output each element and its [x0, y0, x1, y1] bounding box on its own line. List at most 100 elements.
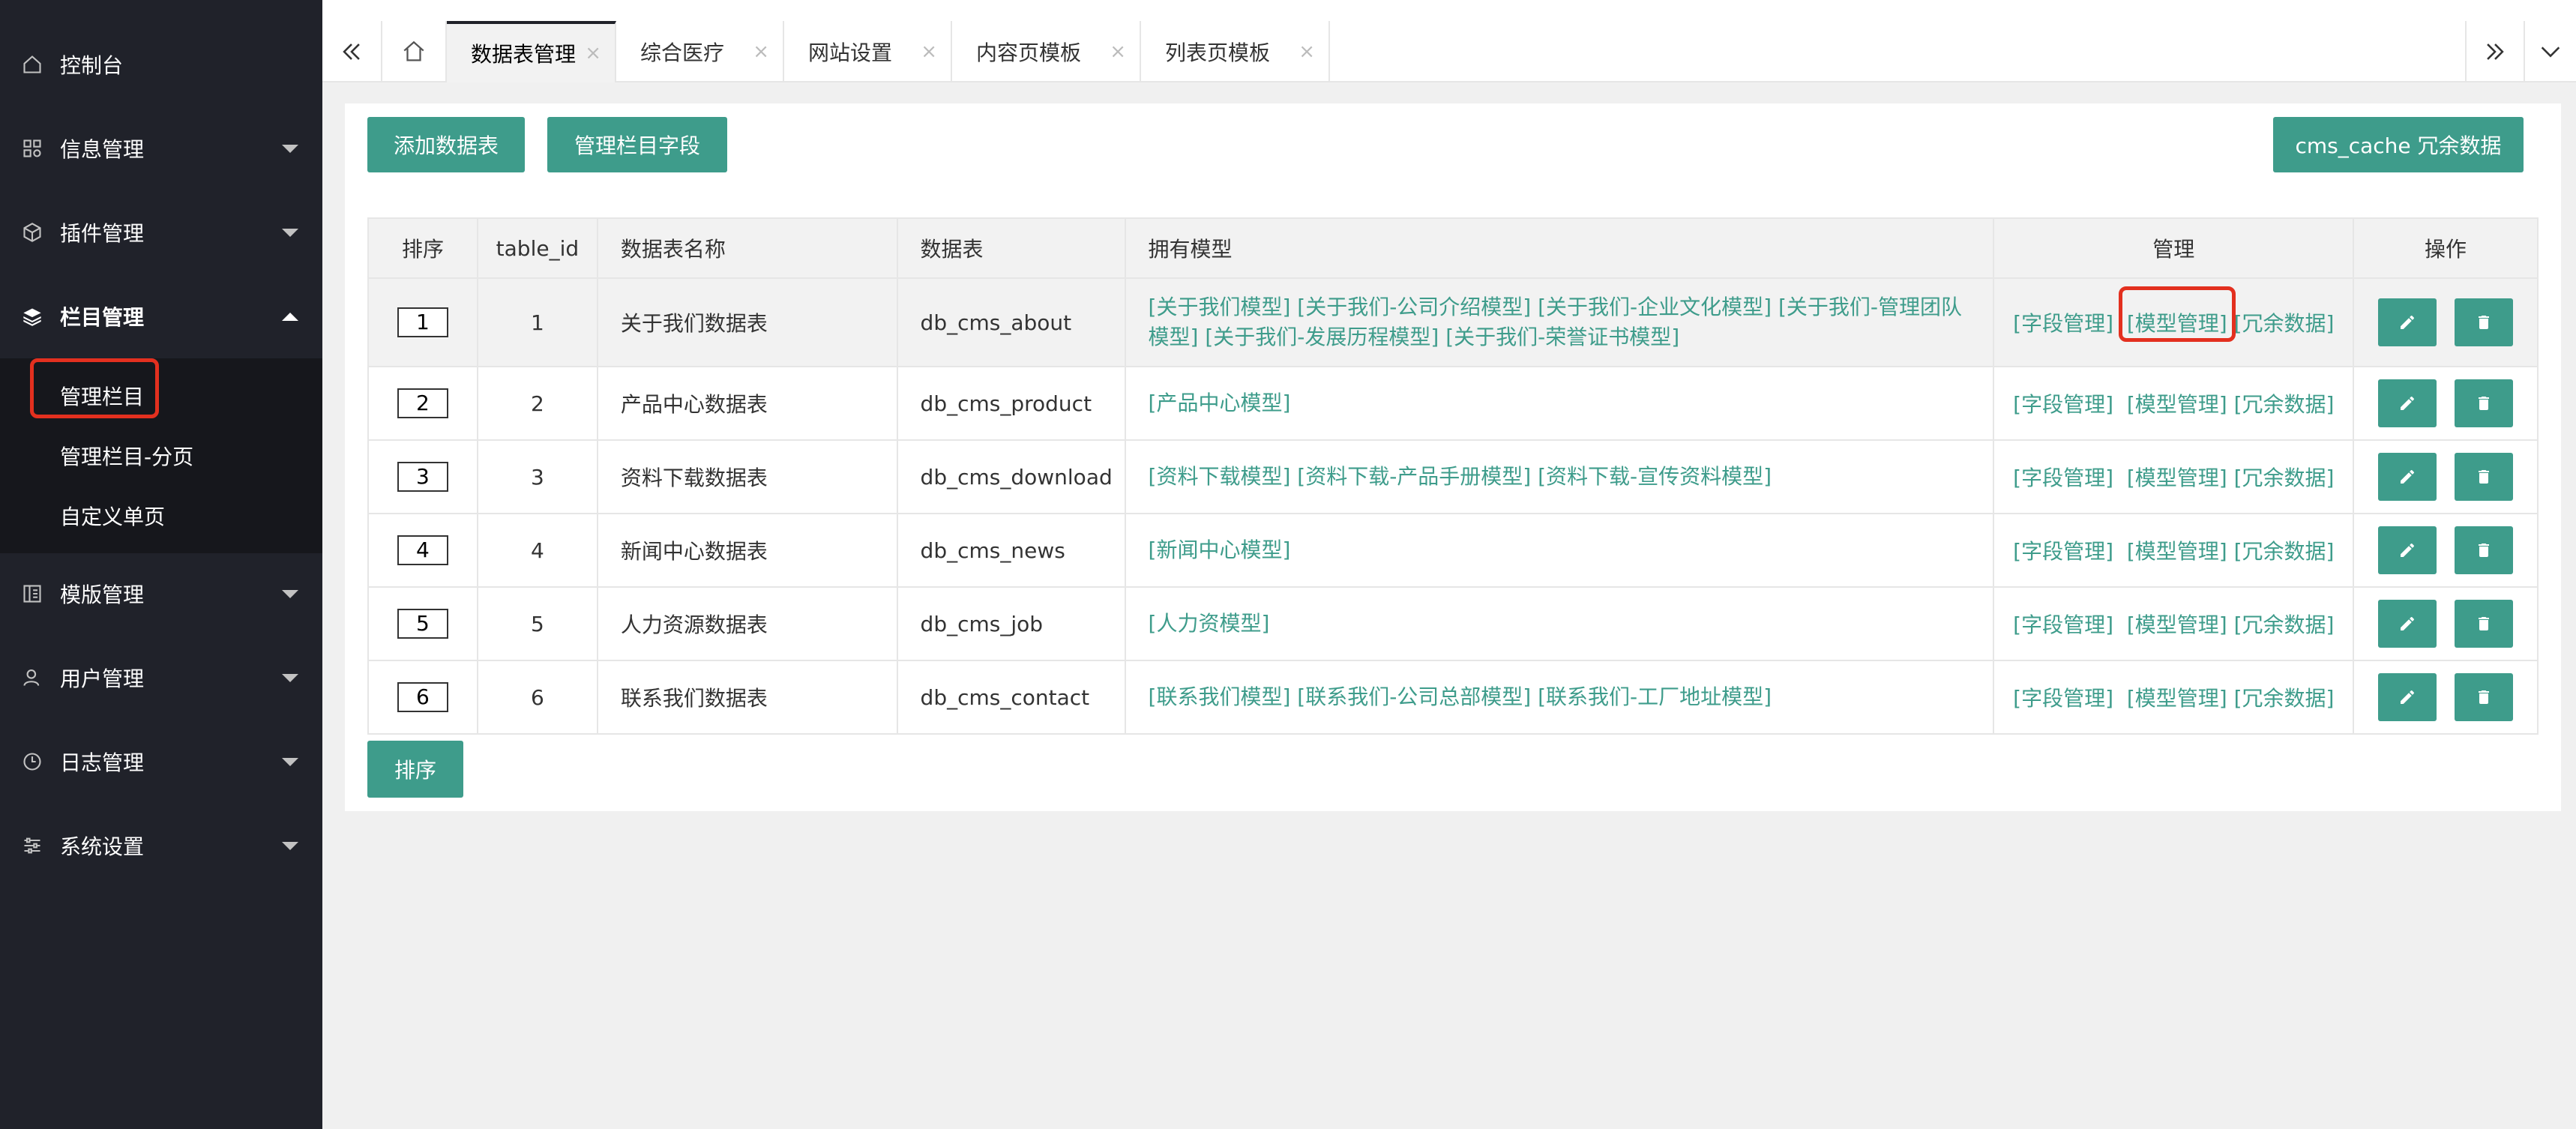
delete-button[interactable] [2455, 298, 2514, 346]
tabs-menu-dropdown[interactable] [2525, 21, 2576, 82]
actions-cell [2353, 277, 2539, 367]
redundant-data-link[interactable]: [冗余数据] [2234, 612, 2335, 637]
table-id-cell: 1 [476, 277, 598, 367]
close-icon[interactable]: × [753, 40, 769, 63]
manage-cell: [字段管理] [模型管理] [冗余数据] [1993, 366, 2355, 441]
edit-button[interactable] [2378, 379, 2437, 427]
field-manage-link[interactable]: [字段管理] [2013, 466, 2113, 490]
order-cell: 1 [367, 277, 478, 367]
tab-bar: 数据表管理 × 综合医疗 × 网站设置 × 内容页模板 × 列表页模板 × [322, 0, 2576, 82]
sidebar-item-info[interactable]: 信息管理 [0, 106, 322, 190]
redundant-data-link[interactable]: [冗余数据] [2234, 539, 2335, 564]
actions-cell [2353, 366, 2539, 441]
edit-button[interactable] [2378, 298, 2437, 346]
close-icon[interactable]: × [1110, 40, 1126, 63]
sidebar-item-columns[interactable]: 栏目管理 [0, 274, 322, 358]
model-manage-link[interactable]: [模型管理] [2127, 612, 2227, 637]
close-icon[interactable]: × [921, 40, 937, 63]
manage-cell: [字段管理] [模型管理] [冗余数据] [1993, 660, 2355, 735]
models-cell: [人力资模型] [1124, 586, 1995, 661]
delete-button[interactable] [2455, 379, 2514, 427]
tab-data-tables[interactable]: 数据表管理 × [447, 21, 616, 82]
manage-fields-button[interactable]: 管理栏目字段 [547, 117, 727, 172]
edit-button[interactable] [2378, 673, 2437, 721]
close-icon[interactable]: × [1298, 40, 1315, 63]
redundant-data-link[interactable]: [冗余数据] [2234, 686, 2335, 711]
chevron-down-icon [282, 673, 298, 682]
models-cell: [关于我们模型] [关于我们-公司介绍模型] [关于我们-企业文化模型] [关于… [1124, 277, 1995, 367]
models-cell: [联系我们模型] [联系我们-公司总部模型] [联系我们-工厂地址模型] [1124, 660, 1995, 735]
table-row: 4 4 新闻中心数据表 db_cms_news [新闻中心模型] [字段管理] [模型管理… [367, 513, 2539, 588]
close-icon[interactable]: × [585, 42, 601, 64]
user-icon [21, 666, 43, 689]
table-db-cell: db_cms_about [896, 277, 1126, 367]
tab-site-settings[interactable]: 网站设置 × [784, 21, 952, 82]
delete-button[interactable] [2455, 600, 2514, 648]
field-manage-link[interactable]: [字段管理] [2013, 539, 2113, 564]
delete-button[interactable] [2455, 526, 2514, 574]
field-manage-link[interactable]: [字段管理] [2013, 392, 2113, 417]
cms-cache-button[interactable]: cms_cache 冗余数据 [2273, 117, 2524, 172]
table-db-cell: db_cms_job [896, 586, 1126, 661]
model-manage-link[interactable]: [模型管理] [2127, 539, 2227, 564]
sidebar-item-label: 信息管理 [60, 137, 145, 162]
order-input[interactable]: 4 [397, 535, 448, 565]
model-links[interactable]: [人力资模型] [1149, 611, 1270, 636]
order-cell: 2 [367, 366, 478, 441]
tab-medical[interactable]: 综合医疗 × [616, 21, 784, 82]
sort-button[interactable]: 排序 [367, 741, 463, 798]
table-row: 5 5 人力资源数据表 db_cms_job [人力资模型] [字段管理] [模型管理] … [367, 586, 2539, 661]
model-links[interactable]: [关于我们模型] [关于我们-公司介绍模型] [关于我们-企业文化模型] [关于… [1149, 295, 1962, 349]
table-id-cell: 6 [476, 660, 598, 735]
sidebar-item-users[interactable]: 用户管理 [0, 636, 322, 720]
tab-content-template[interactable]: 内容页模板 × [952, 21, 1141, 82]
delete-button[interactable] [2455, 453, 2514, 501]
tab-list-template[interactable]: 列表页模板 × [1141, 21, 1330, 82]
model-links[interactable]: [新闻中心模型] [1149, 538, 1291, 562]
model-manage-link[interactable]: [模型管理] [2127, 466, 2227, 490]
edit-button[interactable] [2378, 600, 2437, 648]
field-manage-link[interactable]: [字段管理] [2013, 311, 2113, 336]
order-input[interactable]: 2 [397, 388, 448, 418]
table-name-cell: 新闻中心数据表 [596, 513, 898, 588]
model-links[interactable]: [资料下载模型] [资料下载-产品手册模型] [资料下载-宣传资料模型] [1149, 464, 1772, 489]
order-input[interactable]: 3 [397, 462, 448, 492]
edit-button[interactable] [2378, 453, 2437, 501]
order-input[interactable]: 1 [397, 307, 448, 337]
manage-cell: [字段管理] [模型管理] [冗余数据] [1993, 439, 2355, 514]
redundant-data-link[interactable]: [冗余数据] [2234, 466, 2335, 490]
sidebar-item-templates[interactable]: 模版管理 [0, 552, 322, 636]
model-links[interactable]: [产品中心模型] [1149, 391, 1291, 415]
cube-icon [21, 221, 43, 244]
field-manage-link[interactable]: [字段管理] [2013, 612, 2113, 637]
order-input[interactable]: 5 [397, 609, 448, 639]
model-manage-link[interactable]: [模型管理] [2127, 392, 2227, 417]
sidebar-item-logs[interactable]: 日志管理 [0, 720, 322, 804]
sidebar-item-dashboard[interactable]: 控制台 [0, 22, 322, 106]
submenu-item-custom-page[interactable]: 自定义单页 [0, 486, 322, 546]
column-header: 数据表 [896, 217, 1126, 279]
sidebar-item-plugins[interactable]: 插件管理 [0, 190, 322, 274]
add-table-button[interactable]: 添加数据表 [367, 117, 525, 172]
table-name-cell: 联系我们数据表 [596, 660, 898, 735]
column-header: table_id [476, 217, 598, 279]
sidebar-item-settings[interactable]: 系统设置 [0, 804, 322, 888]
redundant-data-link[interactable]: [冗余数据] [2234, 392, 2335, 417]
column-header: 管理 [1993, 217, 2355, 279]
redundant-data-link[interactable]: [冗余数据] [2234, 311, 2335, 336]
tabs-scroll-left-button[interactable] [322, 21, 382, 82]
order-cell: 6 [367, 660, 478, 735]
model-links[interactable]: [联系我们模型] [联系我们-公司总部模型] [联系我们-工厂地址模型] [1149, 684, 1772, 709]
model-manage-link[interactable]: [模型管理] [2127, 686, 2227, 711]
sidebar-item-label: 日志管理 [60, 750, 145, 775]
tab-home[interactable] [382, 21, 447, 82]
edit-button[interactable] [2378, 526, 2437, 574]
table-row: 3 3 资料下载数据表 db_cms_download [资料下载模型] [资料下载-产… [367, 439, 2539, 514]
column-header: 操作 [2353, 217, 2539, 279]
submenu-item-manage-columns-paged[interactable]: 管理栏目-分页 [0, 426, 322, 486]
order-input[interactable]: 6 [397, 682, 448, 712]
tabs-scroll-right-button[interactable] [2465, 21, 2525, 82]
sidebar-item-label: 插件管理 [60, 221, 145, 246]
delete-button[interactable] [2455, 673, 2514, 721]
field-manage-link[interactable]: [字段管理] [2013, 686, 2113, 711]
